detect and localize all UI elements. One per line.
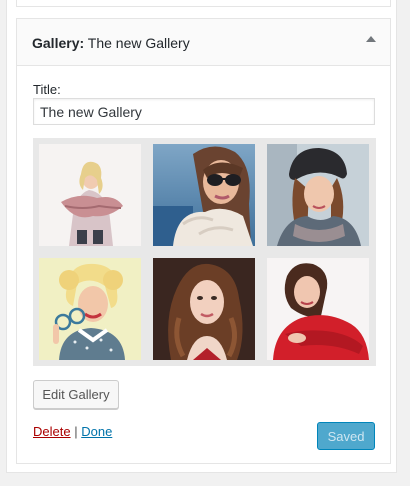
gallery-image-2[interactable] <box>153 144 255 246</box>
woman-with-beanie-photo <box>267 144 369 246</box>
gallery-image-6[interactable] <box>267 258 369 360</box>
gallery-image-1[interactable] <box>39 144 141 246</box>
widget-header[interactable]: Gallery: The new Gallery <box>17 19 390 66</box>
gallery-image-3[interactable] <box>267 144 369 246</box>
widget-title: Gallery: The new Gallery <box>32 35 190 51</box>
gallery-widget: Gallery: The new Gallery Title: The new … <box>16 18 391 464</box>
woman-with-sunglasses-photo <box>153 144 255 246</box>
edit-gallery-button[interactable]: Edit Gallery <box>33 380 119 409</box>
woman-in-red-sweater-photo <box>267 258 369 360</box>
gallery-image-5[interactable] <box>153 258 255 360</box>
woman-with-scarf-photo <box>39 144 141 246</box>
delete-link[interactable]: Delete <box>33 424 71 439</box>
widget-toggle-button[interactable] <box>352 19 390 65</box>
separator: | <box>74 424 78 439</box>
title-label: Title: <box>33 82 61 97</box>
done-link[interactable]: Done <box>81 424 112 439</box>
retro-woman-with-glasses-photo <box>39 258 141 360</box>
widget-title-text: The new Gallery <box>87 35 190 51</box>
widget-control-actions: Delete | Done <box>33 424 112 439</box>
title-input[interactable] <box>33 98 375 125</box>
widget-type-label: Gallery: <box>32 35 85 51</box>
gallery-preview <box>33 138 376 366</box>
previous-widget-bottom <box>16 0 391 7</box>
saved-button[interactable]: Saved <box>317 422 375 450</box>
gallery-image-4[interactable] <box>39 258 141 360</box>
woman-with-curly-hair-photo <box>153 258 255 360</box>
triangle-up-icon <box>366 36 376 42</box>
